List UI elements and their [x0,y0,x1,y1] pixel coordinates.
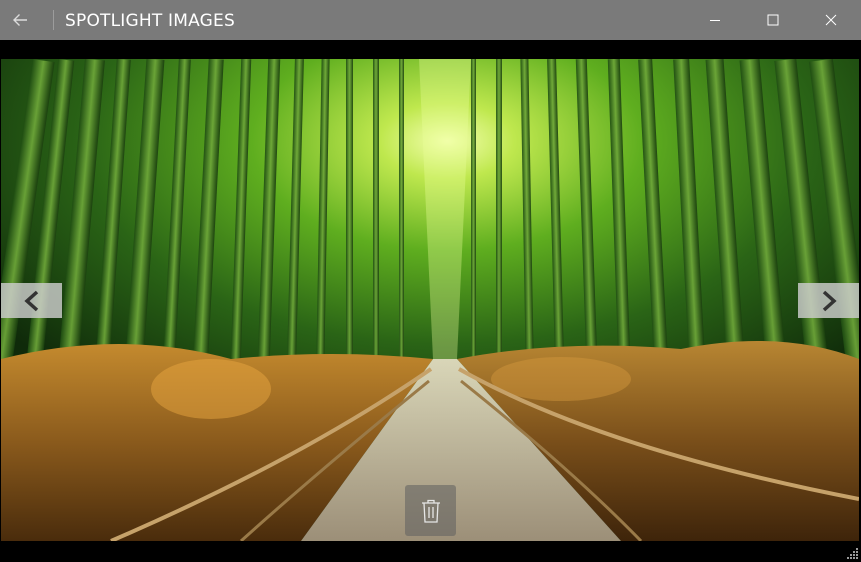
letterbox-bottom [0,541,861,562]
app-window: SPOTLIGHT IMAGES [0,0,861,562]
chevron-right-icon [822,290,837,311]
next-image-button[interactable] [798,283,859,318]
resize-grip-icon[interactable] [845,547,859,560]
window-title: SPOTLIGHT IMAGES [65,11,235,31]
title-separator [53,10,54,30]
minimize-button[interactable] [692,0,738,40]
trash-icon [421,499,440,523]
maximize-button[interactable] [750,0,796,40]
spotlight-image [1,59,859,541]
delete-image-button[interactable] [405,485,456,536]
minimize-icon [710,20,720,21]
title-bar: SPOTLIGHT IMAGES [0,0,861,40]
letterbox-top [0,40,861,59]
previous-image-button[interactable] [1,283,62,318]
close-icon [825,14,837,26]
close-button[interactable] [808,0,854,40]
back-arrow-icon [13,14,27,26]
maximize-icon [767,14,779,26]
back-button[interactable] [0,0,40,40]
chevron-left-icon [23,290,38,311]
